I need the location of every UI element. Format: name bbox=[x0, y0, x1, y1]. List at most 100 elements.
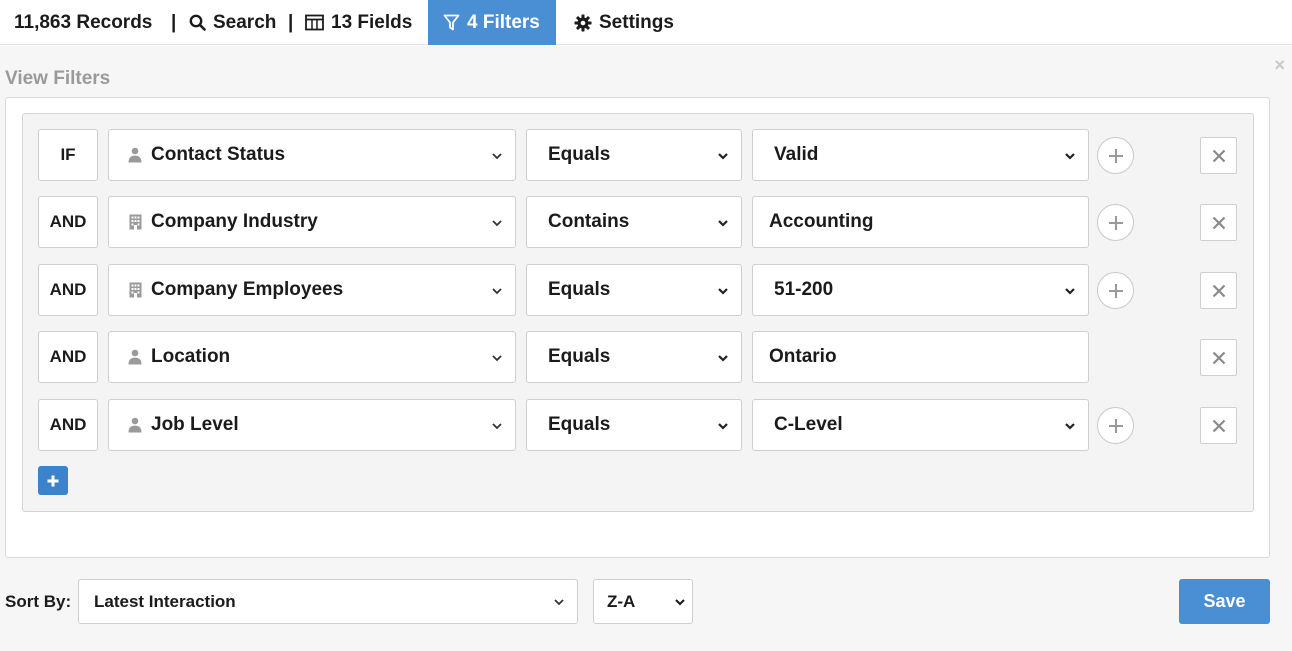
operator-label: Equals bbox=[548, 414, 611, 435]
chevron-down-icon bbox=[492, 423, 502, 430]
field-label: Location bbox=[151, 346, 231, 367]
operator-select[interactable]: Equals bbox=[526, 264, 742, 316]
remove-filter-button[interactable] bbox=[1200, 407, 1237, 444]
value-select[interactable]: 51-200 bbox=[752, 264, 1089, 316]
save-button[interactable]: Save bbox=[1179, 579, 1270, 624]
filters-label: 4 Filters bbox=[467, 11, 540, 33]
value-input[interactable]: Accounting bbox=[752, 196, 1089, 248]
filter-row: AND Location Equals Ontario bbox=[38, 331, 1238, 383]
plus-icon bbox=[1108, 283, 1123, 298]
filter-group: IF Contact Status Equals Valid AND Compa… bbox=[22, 113, 1254, 512]
operator-select[interactable]: Equals bbox=[526, 129, 742, 181]
person-icon bbox=[127, 349, 143, 365]
sort-field-select[interactable]: Latest Interaction bbox=[78, 579, 578, 624]
gear-icon bbox=[574, 14, 592, 32]
remove-filter-button[interactable] bbox=[1200, 272, 1237, 309]
operator-label: Equals bbox=[548, 144, 611, 165]
sort-direction-value: Z-A bbox=[607, 591, 636, 611]
remove-filter-button[interactable] bbox=[1200, 339, 1237, 376]
building-icon bbox=[127, 214, 143, 230]
chevron-down-icon bbox=[554, 599, 564, 606]
search-label: Search bbox=[213, 11, 277, 33]
add-condition-button[interactable] bbox=[1097, 407, 1134, 444]
chevron-down-icon bbox=[1065, 423, 1075, 430]
remove-filter-button[interactable] bbox=[1200, 137, 1237, 174]
connector-label: IF bbox=[38, 129, 98, 181]
close-icon bbox=[1212, 351, 1225, 364]
close-icon bbox=[1212, 216, 1225, 229]
add-condition-button[interactable] bbox=[1097, 272, 1134, 309]
value-select[interactable]: C-Level bbox=[752, 399, 1089, 451]
operator-select[interactable]: Equals bbox=[526, 331, 742, 383]
filters-container: IF Contact Status Equals Valid AND Compa… bbox=[5, 97, 1270, 558]
sort-direction-select[interactable]: Z-A bbox=[593, 579, 693, 624]
chevron-down-icon bbox=[718, 288, 728, 295]
field-select[interactable]: Job Level bbox=[108, 399, 516, 451]
field-select[interactable]: Contact Status bbox=[108, 129, 516, 181]
toolbar-separator: | bbox=[288, 11, 294, 33]
chevron-down-icon bbox=[718, 220, 728, 227]
operator-select[interactable]: Equals bbox=[526, 399, 742, 451]
sort-by-label: Sort By: bbox=[5, 592, 72, 611]
search-icon bbox=[189, 14, 206, 31]
filters-tab[interactable]: 4 Filters bbox=[428, 0, 556, 45]
value-text: Accounting bbox=[769, 211, 874, 232]
add-condition-button[interactable] bbox=[1097, 137, 1134, 174]
remove-filter-button[interactable] bbox=[1200, 204, 1237, 241]
close-icon bbox=[1212, 284, 1225, 297]
field-select[interactable]: Company Employees bbox=[108, 264, 516, 316]
add-filter-button[interactable] bbox=[38, 466, 68, 495]
value-select[interactable]: Valid bbox=[752, 129, 1089, 181]
chevron-down-icon bbox=[492, 220, 502, 227]
field-label: Company Employees bbox=[151, 279, 344, 300]
filter-row: IF Contact Status Equals Valid bbox=[38, 129, 1238, 181]
sort-field-value: Latest Interaction bbox=[94, 591, 236, 611]
chevron-down-icon bbox=[492, 355, 502, 362]
add-condition-button[interactable] bbox=[1097, 204, 1134, 241]
chevron-down-icon bbox=[718, 423, 728, 430]
chevron-down-icon bbox=[1065, 288, 1075, 295]
person-icon bbox=[127, 417, 143, 433]
value-label: Valid bbox=[774, 144, 819, 165]
top-toolbar: 11,863 Records | Search | 13 Fields 4 Fi… bbox=[0, 0, 1292, 45]
chevron-down-icon bbox=[675, 599, 685, 606]
filter-row: AND Company Employees Equals 51-200 bbox=[38, 264, 1238, 316]
search-button[interactable]: Search bbox=[189, 0, 276, 45]
chevron-down-icon bbox=[492, 153, 502, 160]
filter-row: AND Job Level Equals C-Level bbox=[38, 399, 1238, 451]
fields-label: 13 Fields bbox=[331, 11, 413, 33]
chevron-down-icon bbox=[718, 153, 728, 160]
connector-label: AND bbox=[38, 196, 98, 248]
fields-button[interactable]: 13 Fields bbox=[305, 0, 412, 45]
person-icon bbox=[127, 147, 143, 163]
close-icon bbox=[1212, 419, 1225, 432]
connector-label: AND bbox=[38, 264, 98, 316]
filter-row: AND Company Industry Contains Accounting bbox=[38, 196, 1238, 248]
field-select[interactable]: Location bbox=[108, 331, 516, 383]
filter-icon bbox=[443, 14, 460, 32]
value-input[interactable]: Ontario bbox=[752, 331, 1089, 383]
plus-icon bbox=[1108, 148, 1123, 163]
field-select[interactable]: Company Industry bbox=[108, 196, 516, 248]
settings-label: Settings bbox=[599, 11, 674, 33]
records-count: 11,863 Records bbox=[14, 11, 153, 33]
plus-icon bbox=[1108, 215, 1123, 230]
close-icon bbox=[1212, 149, 1225, 162]
connector-label: AND bbox=[38, 399, 98, 451]
operator-select[interactable]: Contains bbox=[526, 196, 742, 248]
chevron-down-icon bbox=[718, 355, 728, 362]
operator-label: Equals bbox=[548, 346, 611, 367]
table-icon bbox=[305, 14, 324, 31]
chevron-down-icon bbox=[1065, 153, 1075, 160]
building-icon bbox=[127, 282, 143, 298]
connector-label: AND bbox=[38, 331, 98, 383]
operator-label: Equals bbox=[548, 279, 611, 300]
value-text: Ontario bbox=[769, 346, 837, 367]
operator-label: Contains bbox=[548, 211, 630, 232]
settings-button[interactable]: Settings bbox=[574, 0, 674, 45]
field-label: Company Industry bbox=[151, 211, 318, 232]
close-icon[interactable]: × bbox=[1274, 56, 1285, 74]
plus-icon bbox=[47, 475, 59, 486]
toolbar-separator: | bbox=[171, 11, 177, 33]
plus-icon bbox=[1108, 418, 1123, 433]
